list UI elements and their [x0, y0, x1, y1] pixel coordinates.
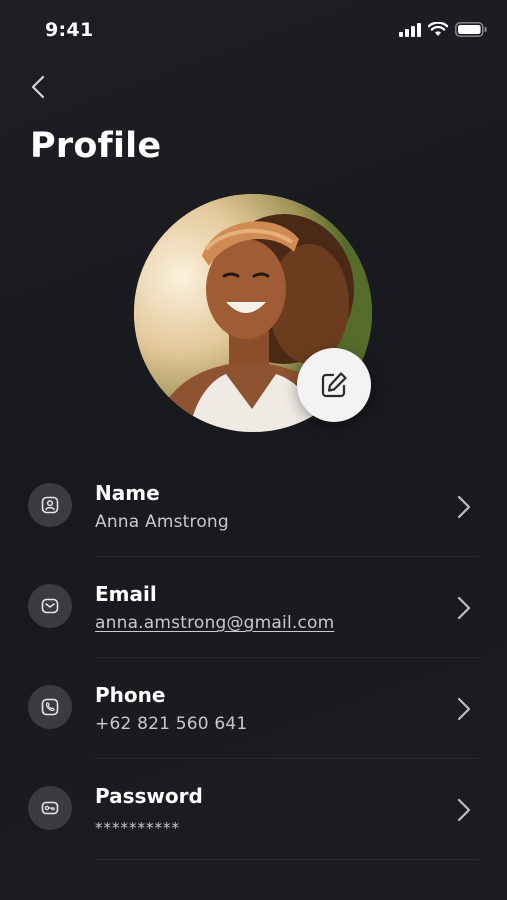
email-value[interactable]: anna.amstrong@gmail.com: [95, 613, 334, 633]
name-row[interactable]: Name Anna Amstrong: [0, 456, 507, 557]
status-icons: [399, 22, 487, 37]
profile-info-list: Name Anna Amstrong Email anna.amstrong@g…: [0, 456, 507, 860]
chevron-left-icon: [31, 75, 45, 99]
email-row[interactable]: Email anna.amstrong@gmail.com: [0, 557, 507, 658]
wifi-icon: [428, 22, 448, 36]
name-value: Anna Amstrong: [95, 512, 229, 532]
edit-avatar-button[interactable]: [297, 348, 371, 422]
page-title: Profile: [30, 126, 162, 166]
password-label: Password: [95, 784, 203, 808]
key-icon: [41, 801, 59, 815]
name-icon-circle: [28, 483, 72, 527]
edit-icon: [321, 372, 347, 398]
email-icon-circle: [28, 584, 72, 628]
phone-label: Phone: [95, 683, 166, 707]
chevron-right-icon: [457, 697, 471, 721]
avatar-container: [134, 194, 372, 432]
status-bar: 9:41: [0, 0, 507, 60]
signal-icon: [399, 22, 421, 37]
password-icon-circle: [28, 786, 72, 830]
chevron-right-icon: [457, 798, 471, 822]
chevron-right-icon: [457, 495, 471, 519]
password-row[interactable]: Password **********: [0, 759, 507, 860]
user-icon: [41, 496, 59, 514]
phone-icon-circle: [28, 685, 72, 729]
back-button[interactable]: [24, 72, 52, 102]
chevron-right-icon: [457, 596, 471, 620]
battery-icon: [455, 22, 487, 37]
email-label: Email: [95, 582, 157, 606]
phone-value: +62 821 560 641: [95, 714, 248, 734]
name-label: Name: [95, 481, 160, 505]
mail-icon: [41, 598, 59, 614]
phone-icon: [41, 698, 59, 716]
divider: [94, 859, 479, 860]
password-value: **********: [95, 819, 180, 837]
phone-row[interactable]: Phone +62 821 560 641: [0, 658, 507, 759]
status-time: 9:41: [45, 19, 94, 41]
